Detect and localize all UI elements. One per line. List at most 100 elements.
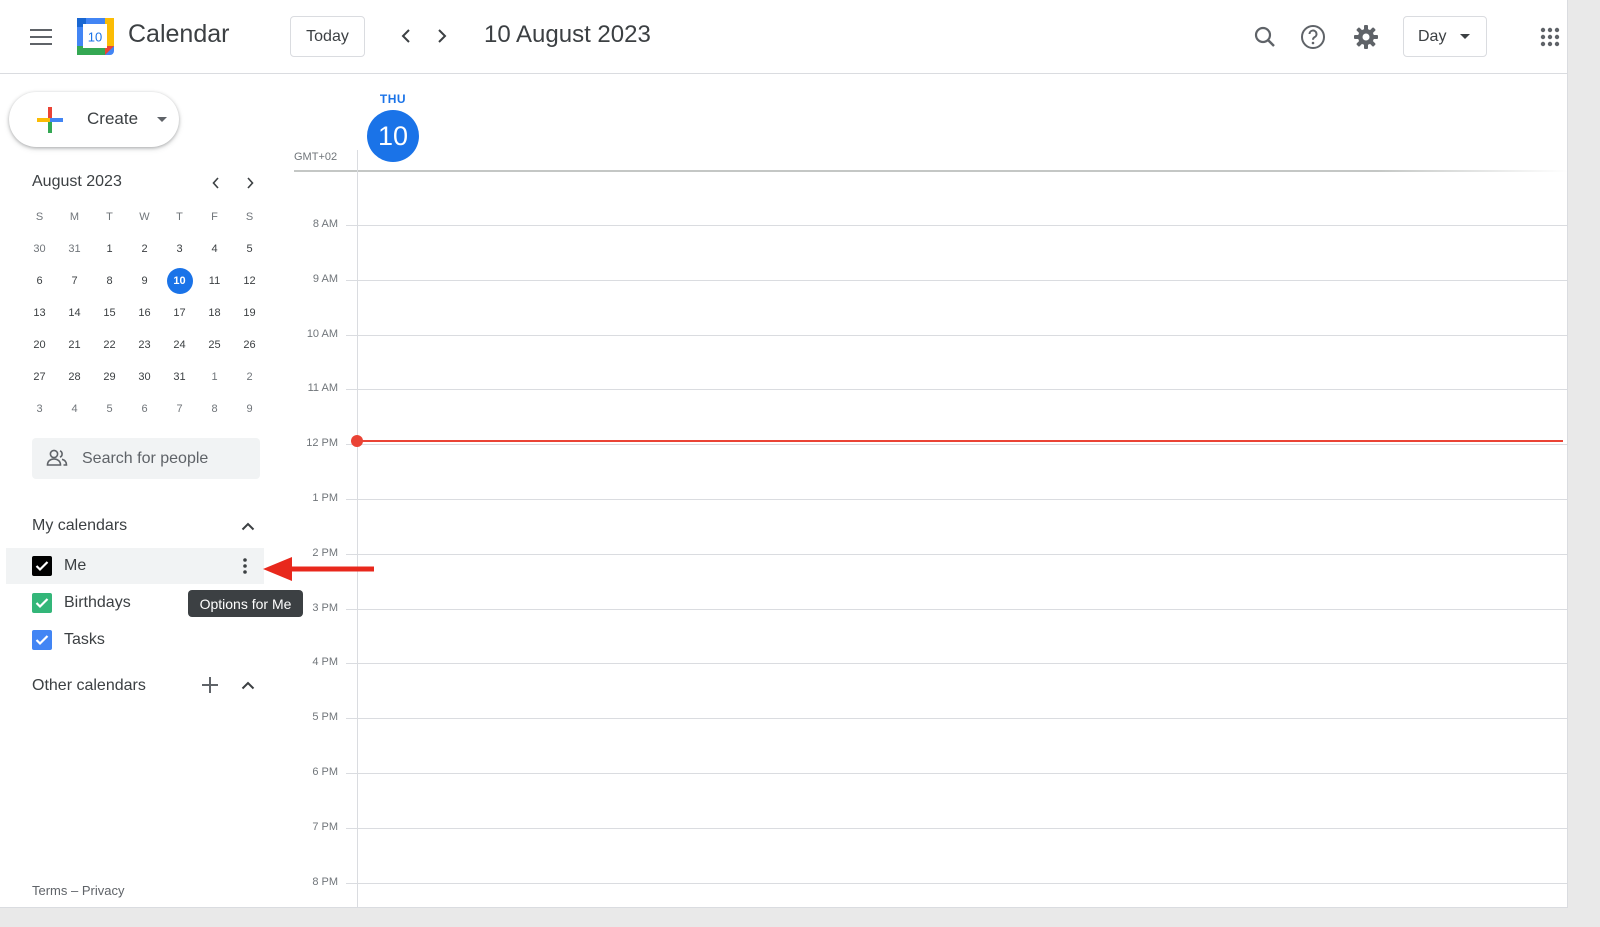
mini-calendar-day[interactable]: 4 (57, 393, 92, 425)
mini-calendar-day[interactable]: 1 (197, 361, 232, 393)
calendar-item-tasks[interactable]: Tasks (6, 622, 264, 658)
search-people-input[interactable] (82, 438, 252, 479)
calendar-logo-icon[interactable]: 10 (77, 18, 114, 55)
mini-calendar-day[interactable]: 9 (232, 393, 267, 425)
mini-calendar-day[interactable]: 15 (92, 297, 127, 329)
mini-calendar-prev-button[interactable] (203, 170, 229, 196)
footer-separator: – (71, 883, 79, 898)
mini-calendar-day[interactable]: 11 (197, 265, 232, 297)
mini-calendar-day-label: 12 (243, 275, 256, 287)
hour-gridline (346, 444, 1567, 445)
mini-calendar-day[interactable]: 31 (57, 233, 92, 265)
mini-calendar-day-label: 25 (208, 339, 221, 351)
mini-calendar-day[interactable]: 27 (22, 361, 57, 393)
add-other-calendar-plus-icon[interactable] (196, 671, 224, 699)
create-button[interactable]: Create (9, 92, 179, 147)
mini-calendar-day[interactable]: 26 (232, 329, 267, 361)
privacy-link[interactable]: Privacy (82, 883, 125, 898)
view-selector-button[interactable]: Day (1403, 16, 1487, 57)
mini-calendar-day-label: 1 (211, 371, 218, 383)
mini-calendar-day-label: 17 (173, 307, 186, 319)
mini-calendar-day[interactable]: 4 (197, 233, 232, 265)
mini-calendar-day[interactable]: 10 (162, 265, 197, 297)
hour-gridline (346, 499, 1567, 500)
mini-calendar-day[interactable]: 7 (162, 393, 197, 425)
mini-calendar-day[interactable]: 12 (232, 265, 267, 297)
create-dropdown-caret-icon[interactable] (157, 117, 167, 122)
mini-calendar-day[interactable]: 30 (22, 233, 57, 265)
mini-calendar-day[interactable]: 7 (57, 265, 92, 297)
main-menu-icon[interactable] (20, 16, 62, 58)
mini-calendar-day[interactable]: 8 (92, 265, 127, 297)
calendar-item-label: Tasks (64, 631, 105, 648)
chevron-right-icon (247, 177, 254, 189)
options-for-me-kebab-icon[interactable] (232, 553, 258, 579)
mini-calendar-day[interactable]: 19 (232, 297, 267, 329)
mini-calendar-next-button[interactable] (237, 170, 263, 196)
search-icon[interactable] (1244, 16, 1286, 58)
mini-calendar-day[interactable]: 2 (232, 361, 267, 393)
mini-calendar-day[interactable]: 3 (162, 233, 197, 265)
mini-calendar-day[interactable]: 6 (22, 265, 57, 297)
mini-calendar-day[interactable]: 29 (92, 361, 127, 393)
calendar-me-checkbox[interactable] (32, 556, 52, 576)
mini-calendar-day[interactable]: 16 (127, 297, 162, 329)
mini-calendar-day[interactable]: 21 (57, 329, 92, 361)
today-button[interactable]: Today (290, 16, 365, 57)
mini-calendar-weekday: W (139, 211, 150, 223)
mini-calendar-day[interactable]: 28 (57, 361, 92, 393)
collapse-my-calendars-icon[interactable] (234, 512, 262, 540)
dropdown-caret-icon (1460, 34, 1470, 39)
mini-calendar-day-label: 5 (106, 403, 113, 415)
calendar-tasks-checkbox[interactable] (32, 630, 52, 650)
mini-calendar-day-label: 26 (243, 339, 256, 351)
mini-calendar-day[interactable]: 25 (197, 329, 232, 361)
apps-grid-icon[interactable] (1529, 16, 1567, 58)
mini-calendar-day[interactable]: 22 (92, 329, 127, 361)
chevron-right-icon (438, 29, 447, 43)
help-icon[interactable] (1292, 16, 1334, 58)
mini-calendar-day[interactable]: 13 (22, 297, 57, 329)
mini-calendar-day[interactable]: 2 (127, 233, 162, 265)
terms-link[interactable]: Terms (32, 883, 67, 898)
mini-calendar-day-label: 14 (68, 307, 81, 319)
settings-gear-icon[interactable] (1345, 16, 1387, 58)
mini-calendar-day-label: 21 (68, 339, 81, 351)
mini-calendar-day[interactable]: 17 (162, 297, 197, 329)
mini-calendar-day[interactable]: 5 (92, 393, 127, 425)
mini-calendar-day-label: 11 (208, 275, 221, 287)
day-number-button[interactable]: 10 (367, 110, 419, 162)
previous-day-button[interactable] (390, 20, 422, 52)
hour-label: 1 PM (312, 492, 338, 504)
mini-calendar-day-label: 7 (176, 403, 183, 415)
calendar-birthdays-checkbox[interactable] (32, 593, 52, 613)
mini-calendar-weekday: S (35, 211, 44, 223)
collapse-other-calendars-icon[interactable] (234, 671, 262, 699)
calendar-item-label: Birthdays (64, 594, 131, 611)
my-calendars-heading[interactable]: My calendars (32, 517, 127, 535)
next-day-button[interactable] (426, 20, 458, 52)
mini-calendar-day[interactable]: 30 (127, 361, 162, 393)
mini-calendar-day-label: 9 (141, 275, 148, 287)
mini-calendar-day[interactable]: 31 (162, 361, 197, 393)
current-date-title: 10 August 2023 (484, 21, 651, 48)
mini-calendar-day[interactable]: 1 (92, 233, 127, 265)
mini-calendar-day[interactable]: 24 (162, 329, 197, 361)
mini-calendar-day-label: 1 (106, 243, 113, 255)
mini-calendar-day[interactable]: 23 (127, 329, 162, 361)
calendar-window: 10 Calendar Today 10 August 2023 Day Cre… (0, 0, 1568, 908)
mini-calendar-day[interactable]: 8 (197, 393, 232, 425)
hour-label: 3 PM (312, 602, 338, 614)
mini-calendar-day[interactable]: 14 (57, 297, 92, 329)
mini-calendar-day[interactable]: 20 (22, 329, 57, 361)
mini-calendar-day[interactable]: 3 (22, 393, 57, 425)
mini-calendar-day[interactable]: 9 (127, 265, 162, 297)
calendar-item-label: Me (64, 557, 87, 574)
other-calendars-heading[interactable]: Other calendars (32, 677, 146, 695)
calendar-item-me[interactable]: Me (6, 548, 264, 584)
search-people-box[interactable] (32, 438, 260, 479)
mini-calendar-day-label: 23 (138, 339, 151, 351)
mini-calendar-day[interactable]: 5 (232, 233, 267, 265)
mini-calendar-day[interactable]: 18 (197, 297, 232, 329)
mini-calendar-day[interactable]: 6 (127, 393, 162, 425)
